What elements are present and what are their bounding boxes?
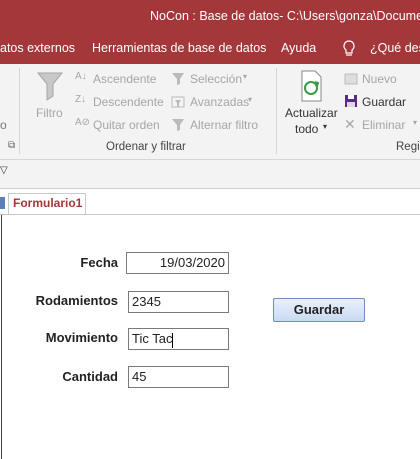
clear-sort-icon: A⊘ <box>75 117 91 128</box>
ribbon-cut-glyph: o <box>0 118 7 132</box>
ribbon-separator <box>276 68 277 154</box>
filtro-button[interactable]: Filtro <box>36 106 63 120</box>
menu-que-desea[interactable]: ¿Qué des <box>370 33 420 64</box>
nuevo-button[interactable]: Nuevo <box>362 72 397 86</box>
filter-funnel-icon <box>36 70 64 102</box>
form-left-border <box>1 215 2 459</box>
eliminar-button[interactable]: Eliminar <box>362 118 405 132</box>
chevron-down-icon: ▾ <box>413 118 418 127</box>
toggle-filter-icon <box>171 118 185 132</box>
chevron-down-icon: ▾ <box>248 95 253 104</box>
group-label-ordenar-filtrar: Ordenar y filtrar <box>106 141 186 153</box>
navigation-bar <box>0 160 420 189</box>
alternar-filtro-button[interactable]: Alternar filtro <box>190 118 258 132</box>
menu-ayuda[interactable]: Ayuda <box>281 33 316 64</box>
sort-asc-icon: A↓ <box>75 71 87 82</box>
refresh-all-icon <box>298 70 324 102</box>
dialog-launcher-icon[interactable]: ⧉ <box>8 140 15 151</box>
text-caret <box>172 333 173 348</box>
window-title: NoCon : Base de datos- C:\Users\gonza\Do… <box>150 9 420 23</box>
lightbulb-icon <box>341 40 357 58</box>
movimiento-field[interactable]: Tic Tac <box>128 328 229 350</box>
quitar-orden-button[interactable]: Quitar orden <box>93 118 160 132</box>
guardar-ribbon-button[interactable]: Guardar <box>362 95 406 109</box>
save-disk-icon <box>344 94 358 108</box>
label-rodamientos: Rodamientos <box>35 293 118 308</box>
guardar-button[interactable]: Guardar <box>273 298 365 322</box>
selection-funnel-icon <box>171 72 185 86</box>
new-record-icon <box>344 72 358 85</box>
chevron-down-icon: ▾ <box>243 72 248 81</box>
fecha-field[interactable]: 19/03/2020 <box>126 252 229 274</box>
advanced-filter-icon <box>171 95 185 109</box>
menu-datos-externos[interactable]: atos externos <box>0 33 75 64</box>
label-movimiento: Movimiento <box>45 330 118 345</box>
label-cantidad: Cantidad <box>62 369 118 384</box>
avanzadas-button[interactable]: Avanzadas <box>190 95 249 109</box>
collapse-chevron-icon[interactable]: ▽ <box>0 165 8 176</box>
form-icon <box>0 197 5 209</box>
ribbon-separator <box>19 68 20 154</box>
descendente-button[interactable]: Descendente <box>93 95 164 109</box>
actualizar-todo-label[interactable]: todo <box>295 122 318 136</box>
cantidad-field[interactable]: 45 <box>128 366 229 388</box>
seleccion-button[interactable]: Selección <box>190 72 242 86</box>
label-fecha: Fecha <box>80 255 118 270</box>
tab-formulario1-label: Formulario1 <box>13 196 83 210</box>
delete-x-icon: ✕ <box>344 116 356 132</box>
chevron-down-icon: ▾ <box>323 122 328 131</box>
sort-desc-icon: Z↓ <box>75 94 87 105</box>
menu-herramientas-bd[interactable]: Herramientas de base de datos <box>92 33 266 64</box>
group-label-registros: Regi <box>396 141 420 153</box>
ascendente-button[interactable]: Ascendente <box>93 72 156 86</box>
rodamientos-field[interactable]: 2345 <box>128 291 229 313</box>
actualizar-button[interactable]: Actualizar <box>285 106 338 120</box>
